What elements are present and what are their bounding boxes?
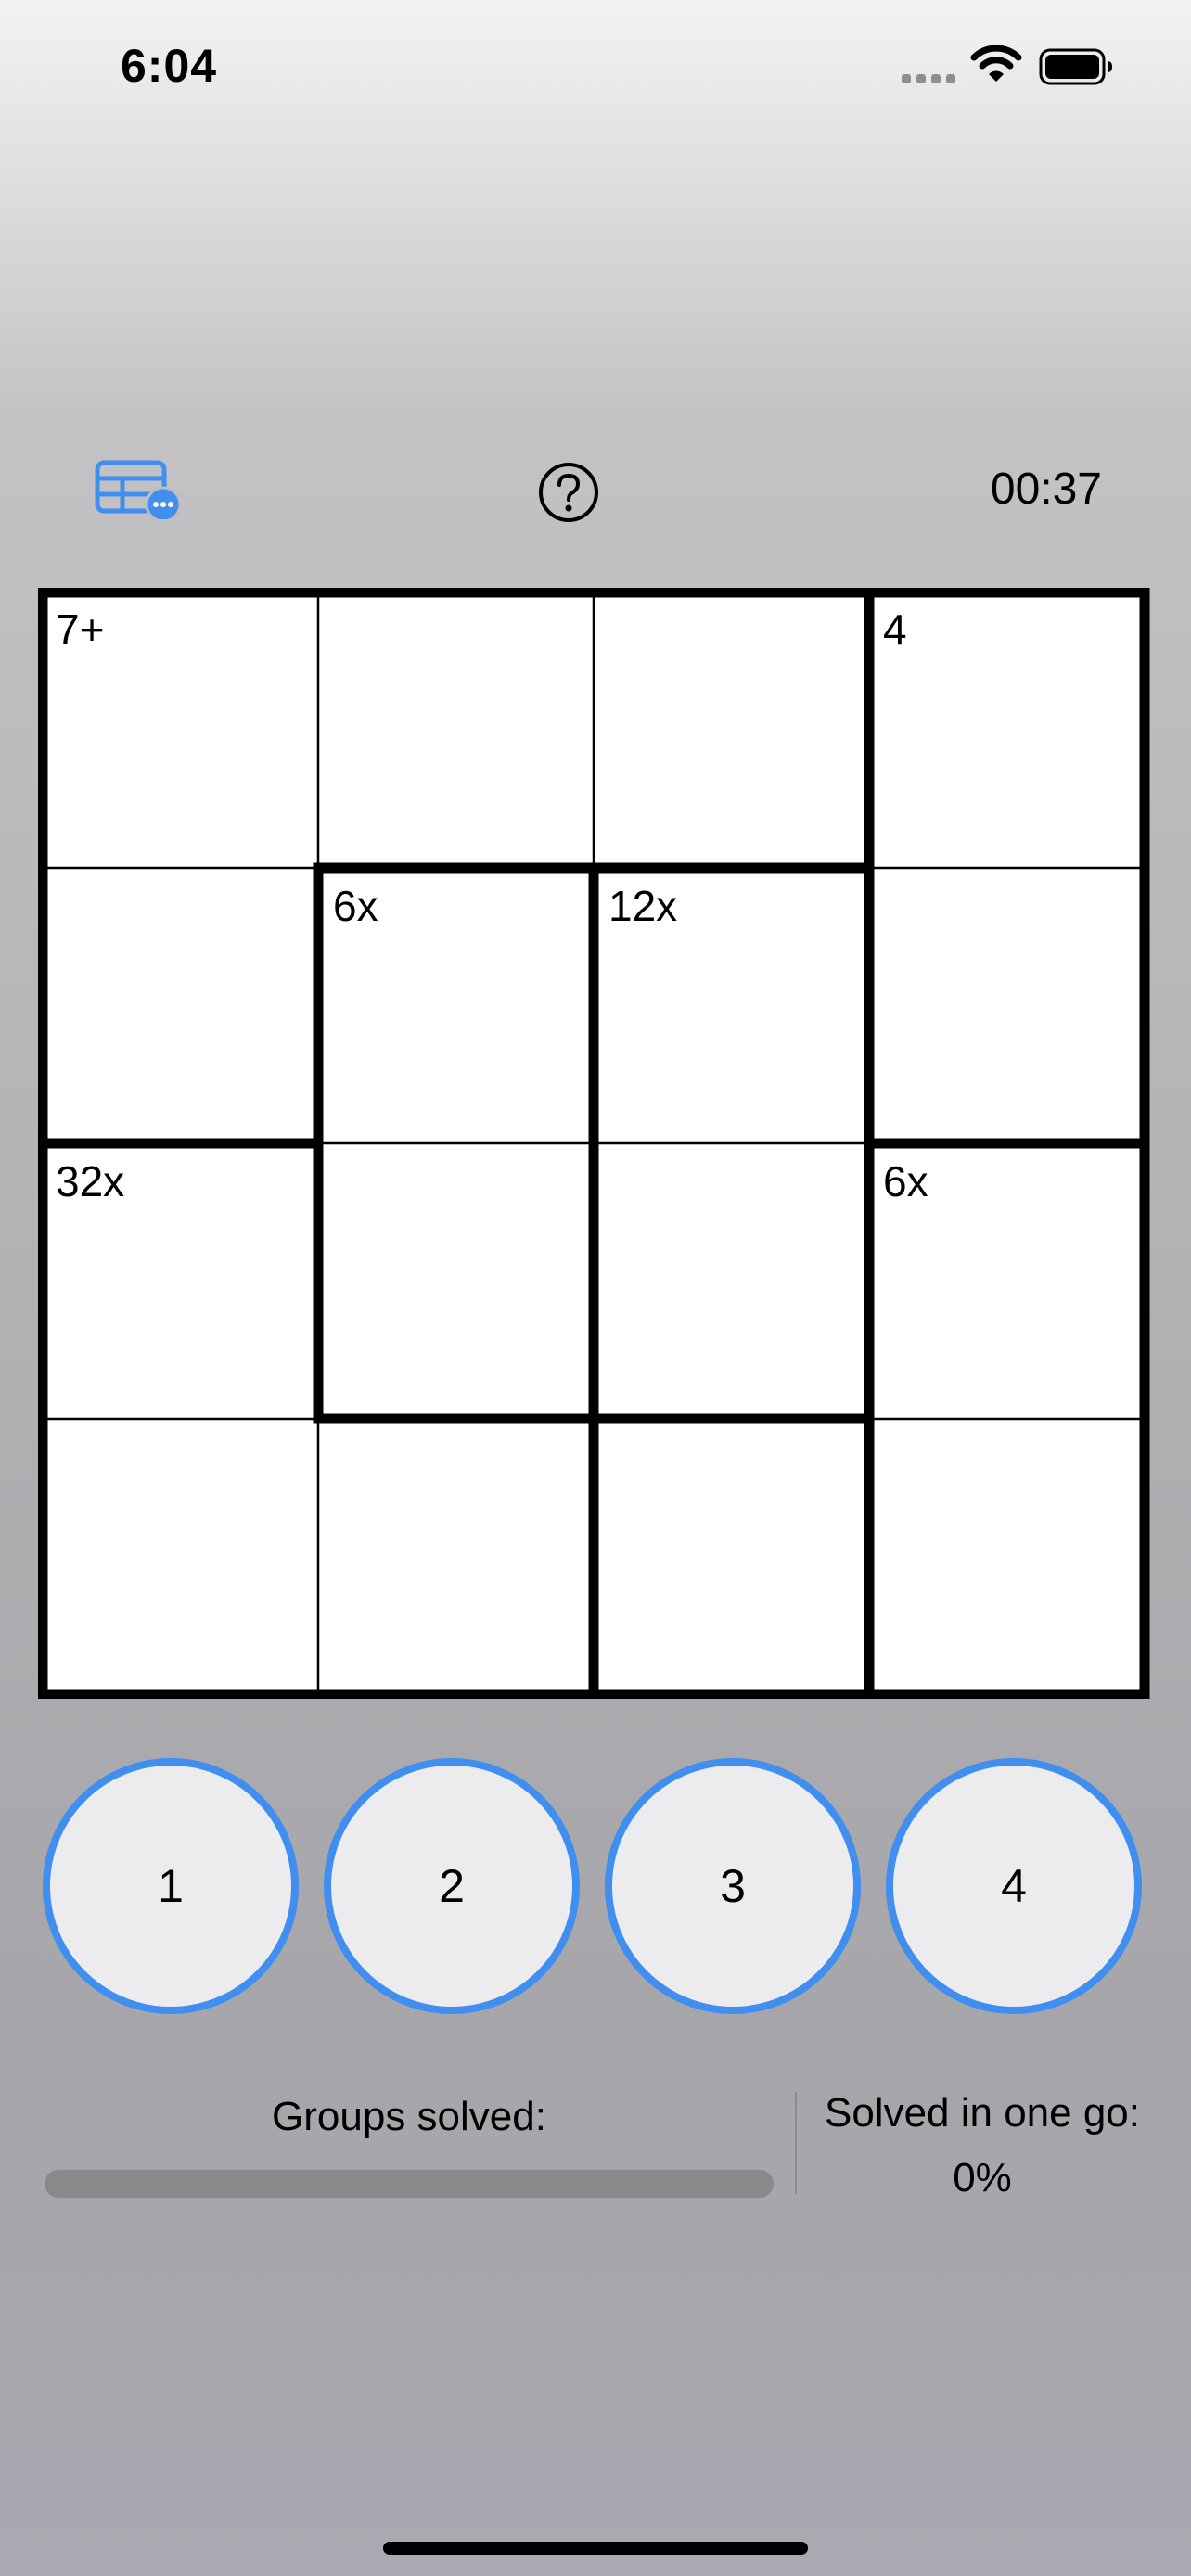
number-button-4[interactable]: 4 bbox=[886, 1758, 1142, 2014]
groups-solved-label: Groups solved: bbox=[272, 2094, 546, 2139]
table-options-icon[interactable] bbox=[95, 460, 184, 523]
home-indicator bbox=[383, 2542, 808, 2555]
number-button-3[interactable]: 3 bbox=[605, 1758, 861, 2014]
groups-solved-progress-bar bbox=[45, 2170, 774, 2198]
wifi-icon bbox=[970, 45, 1022, 83]
solved-in-one-go-value: 0% bbox=[953, 2155, 1012, 2200]
cage-clue: 32x bbox=[56, 1157, 125, 1205]
cage-clue: 4 bbox=[883, 606, 907, 654]
puzzle-board[interactable]: 7+ 4 6x 12x 32x 6x bbox=[38, 588, 1151, 1699]
solved-in-one-go-label: Solved in one go: bbox=[824, 2090, 1141, 2136]
cage-clue: 7+ bbox=[56, 606, 105, 654]
battery-icon bbox=[1039, 48, 1113, 85]
number-button-2[interactable]: 2 bbox=[324, 1758, 580, 2014]
status-time: 6:04 bbox=[121, 40, 218, 92]
cage-clue: 6x bbox=[883, 1157, 928, 1205]
stats-divider bbox=[795, 2092, 797, 2194]
puzzle-grid[interactable] bbox=[38, 588, 1151, 1699]
cage-clue: 12x bbox=[608, 882, 678, 930]
timer: 00:37 bbox=[990, 465, 1102, 514]
number-button-1[interactable]: 1 bbox=[43, 1758, 299, 2014]
question-circle-icon[interactable] bbox=[538, 462, 599, 523]
cellular-signal-icon bbox=[902, 74, 955, 83]
cage-clue: 6x bbox=[333, 882, 378, 930]
